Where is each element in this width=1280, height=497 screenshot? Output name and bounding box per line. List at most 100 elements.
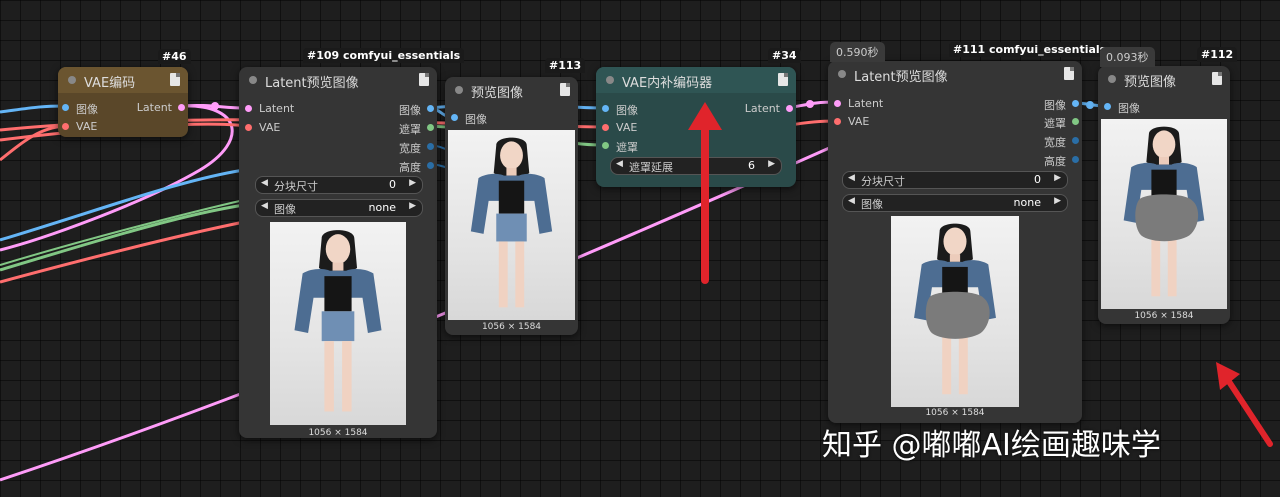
- slot-label: Latent: [136, 101, 172, 114]
- output-width[interactable]: 宽度: [1044, 134, 1082, 150]
- increment-arrow-icon[interactable]: ▶: [1054, 196, 1061, 206]
- preview-image: [448, 130, 575, 320]
- input-image[interactable]: 图像: [58, 101, 98, 117]
- document-icon[interactable]: [170, 73, 180, 86]
- latent-preview-node-109[interactable]: Latent预览图像 Latent VAE 图像 遮罩 宽度 高度 ◀ 分块尺寸…: [239, 67, 437, 438]
- image-dimensions: 1056 × 1584: [308, 428, 368, 438]
- document-icon[interactable]: [419, 73, 429, 86]
- increment-arrow-icon[interactable]: ▶: [768, 159, 775, 169]
- vae-encode-node[interactable]: VAE编码 图像 VAE Latent: [58, 67, 188, 137]
- output-height[interactable]: 高度: [1044, 153, 1082, 169]
- decrement-arrow-icon[interactable]: ◀: [848, 173, 855, 183]
- image-dimensions: 1056 × 1584: [481, 322, 542, 332]
- tile-size-widget[interactable]: ◀ 分块尺寸 0 ▶: [842, 171, 1068, 189]
- latent-preview-node-111[interactable]: Latent预览图像 Latent VAE 图像 遮罩 宽度 高度 ◀ 分块尺寸…: [828, 61, 1082, 423]
- node-header[interactable]: 预览图像: [445, 77, 578, 103]
- widget-value: 0: [1034, 173, 1041, 186]
- output-height[interactable]: 高度: [399, 159, 437, 175]
- slot-label: 遮罩: [1044, 117, 1066, 130]
- output-mask[interactable]: 遮罩: [399, 121, 437, 137]
- output-width[interactable]: 宽度: [399, 140, 437, 156]
- input-vae[interactable]: VAE: [598, 121, 637, 134]
- widget-label: 图像: [861, 198, 883, 211]
- slot-label: Latent: [744, 102, 780, 115]
- collapse-dot[interactable]: [249, 76, 257, 84]
- node-header[interactable]: Latent预览图像: [239, 67, 437, 93]
- increment-arrow-icon[interactable]: ▶: [409, 178, 416, 188]
- input-image[interactable]: 图像: [447, 111, 487, 127]
- slot-label: Latent: [259, 102, 295, 115]
- slot-label: 高度: [399, 161, 421, 174]
- collapse-dot[interactable]: [606, 76, 614, 84]
- node-header[interactable]: 预览图像: [1098, 66, 1230, 92]
- slot-label: 图像: [616, 104, 638, 117]
- node-title: VAE内补编码器: [622, 76, 713, 91]
- document-icon[interactable]: [560, 83, 570, 96]
- slot-label: 图像: [1118, 102, 1140, 115]
- node-id-112: #112: [1197, 47, 1238, 62]
- slot-label: VAE: [76, 120, 98, 133]
- image-dimensions: 1056 × 1584: [925, 408, 985, 418]
- slot-label: 遮罩: [616, 141, 638, 154]
- node-header[interactable]: VAE编码: [58, 67, 188, 93]
- image-combo-widget[interactable]: ◀ 图像 none ▶: [842, 194, 1068, 212]
- wire-vae-in: [0, 124, 65, 162]
- document-icon[interactable]: [1064, 67, 1074, 80]
- increment-arrow-icon[interactable]: ▶: [409, 201, 416, 211]
- widget-label: 分块尺寸: [861, 175, 905, 188]
- node-id-113: #113: [545, 58, 586, 73]
- slot-label: 图像: [399, 104, 421, 117]
- slot-label: 宽度: [1044, 136, 1066, 149]
- tile-size-widget[interactable]: ◀ 分块尺寸 0 ▶: [255, 176, 423, 194]
- document-icon[interactable]: [1212, 72, 1222, 85]
- input-image[interactable]: 图像: [598, 102, 638, 118]
- annotation-arrow-diagonal: [1216, 362, 1273, 447]
- execution-time-111: 0.590秒: [830, 42, 885, 62]
- input-vae[interactable]: VAE: [830, 115, 869, 128]
- slot-label: VAE: [259, 121, 281, 134]
- node-header[interactable]: VAE内补编码器: [596, 67, 796, 93]
- wire-mask-long: [0, 203, 245, 272]
- output-image[interactable]: 图像: [1044, 97, 1082, 113]
- input-mask[interactable]: 遮罩: [598, 139, 638, 155]
- decrement-arrow-icon[interactable]: ◀: [261, 201, 268, 211]
- slot-label: VAE: [848, 115, 870, 128]
- node-id-46: #46: [158, 49, 191, 64]
- node-id-109: #109 comfyui_essentials: [303, 48, 465, 63]
- decrement-arrow-icon[interactable]: ◀: [261, 178, 268, 188]
- slot-label: 图像: [465, 113, 487, 126]
- document-icon[interactable]: [778, 73, 788, 86]
- annotation-arrow-up: [688, 102, 722, 284]
- preview-image-node-112[interactable]: 预览图像 图像 1056 × 1584: [1098, 66, 1230, 324]
- output-latent[interactable]: Latent: [745, 102, 796, 115]
- input-latent[interactable]: Latent: [830, 97, 883, 110]
- output-image[interactable]: 图像: [399, 102, 437, 118]
- node-title: VAE编码: [84, 76, 136, 91]
- decrement-arrow-icon[interactable]: ◀: [616, 159, 623, 169]
- collapse-dot[interactable]: [68, 76, 76, 84]
- output-mask[interactable]: 遮罩: [1044, 115, 1082, 131]
- widget-label: 图像: [274, 203, 296, 216]
- increment-arrow-icon[interactable]: ▶: [1054, 173, 1061, 183]
- input-vae[interactable]: VAE: [241, 121, 280, 134]
- output-latent[interactable]: Latent: [137, 101, 188, 114]
- collapse-dot[interactable]: [838, 70, 846, 78]
- slot-label: VAE: [616, 121, 638, 134]
- image-combo-widget[interactable]: ◀ 图像 none ▶: [255, 199, 423, 217]
- decrement-arrow-icon[interactable]: ◀: [848, 196, 855, 206]
- node-title: Latent预览图像: [265, 76, 359, 91]
- wire-image-in: [0, 104, 65, 114]
- preview-image-node-113[interactable]: 预览图像 图像 1056 × 1584: [445, 77, 578, 335]
- input-vae[interactable]: VAE: [58, 120, 97, 133]
- input-latent[interactable]: Latent: [241, 102, 294, 115]
- widget-label: 遮罩延展: [629, 161, 673, 174]
- node-header[interactable]: Latent预览图像: [828, 61, 1082, 87]
- slot-label: 图像: [76, 103, 98, 116]
- collapse-dot[interactable]: [455, 86, 463, 94]
- collapse-dot[interactable]: [1108, 75, 1116, 83]
- input-image[interactable]: 图像: [1100, 100, 1140, 116]
- slot-label: 图像: [1044, 99, 1066, 112]
- preview-image: [1101, 119, 1227, 309]
- node-title: 预览图像: [471, 86, 524, 101]
- node-title: 预览图像: [1124, 75, 1177, 90]
